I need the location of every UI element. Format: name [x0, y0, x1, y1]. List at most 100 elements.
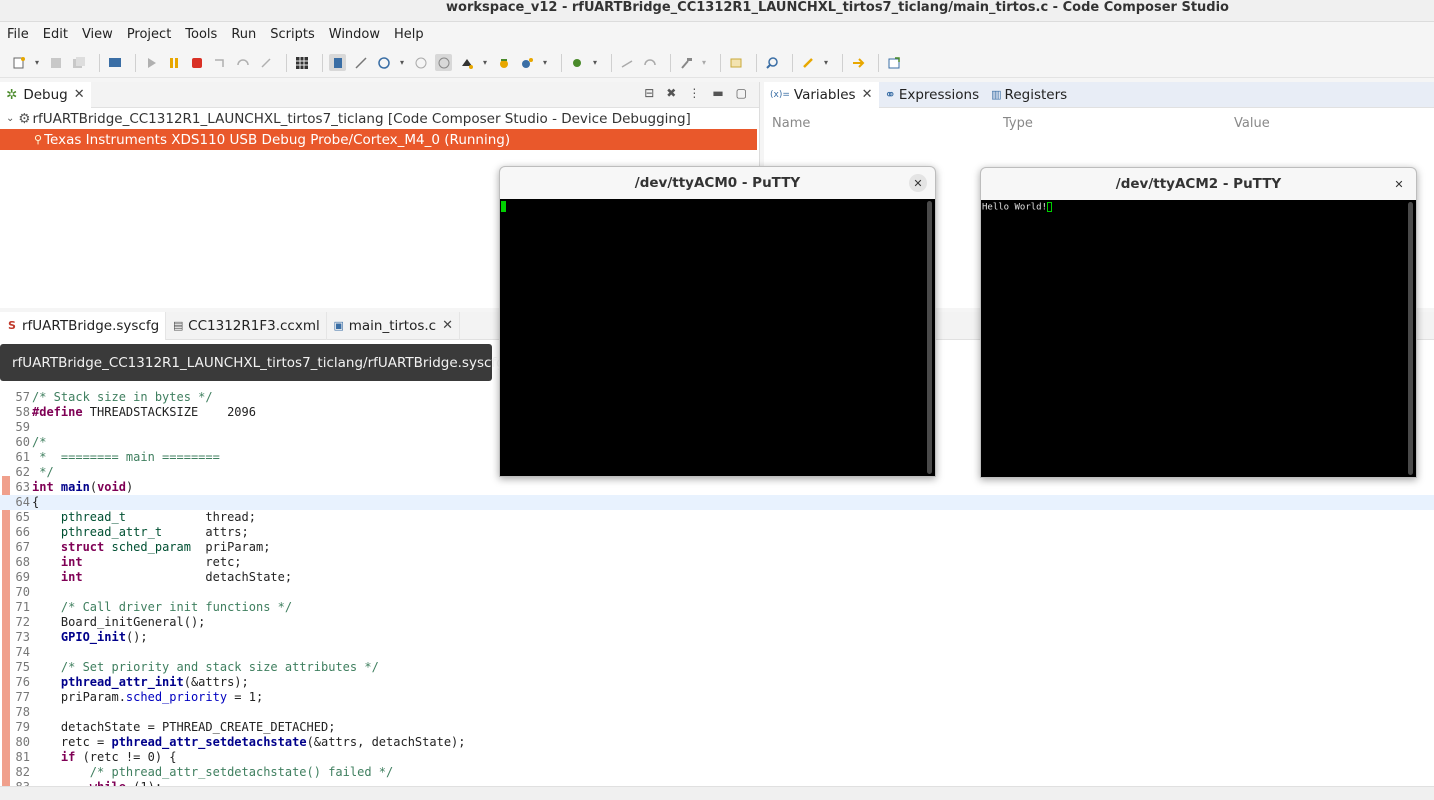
view-menu-icon[interactable]: ⋮ — [688, 86, 700, 100]
terminal-cursor — [501, 201, 506, 212]
remove-terminated-icon[interactable]: ✖ — [666, 86, 676, 100]
resume-icon[interactable] — [142, 54, 159, 71]
menu-run[interactable]: Run — [231, 27, 256, 42]
ccxml-file-icon: ▤ — [172, 319, 184, 332]
horizontal-scrollbar[interactable] — [0, 786, 1434, 800]
tab-main-tirtos-c[interactable]: ▣ main_tirtos.c ✕ — [327, 311, 461, 340]
toolbar-separator — [611, 53, 612, 72]
chevron-down-icon[interactable]: ⌄ — [6, 113, 14, 124]
breakpoint-icon[interactable] — [352, 54, 369, 71]
flash-icon[interactable] — [799, 54, 816, 71]
step-return-icon[interactable] — [257, 54, 274, 71]
open-perspective-icon[interactable] — [727, 54, 744, 71]
tab-variables[interactable]: (x)= Variables ✕ — [764, 81, 879, 108]
connect-icon[interactable] — [329, 54, 346, 71]
new-window-icon[interactable] — [885, 54, 902, 71]
debug-tab-strip: ✲ Debug ✕ ⊟ ✖ ⋮ ▬ ▢ — [0, 81, 759, 108]
reset-icon[interactable] — [435, 54, 452, 71]
tab-expressions[interactable]: ⚭ Expressions — [879, 82, 986, 108]
debug-session-icon: ⚙ — [18, 110, 31, 127]
terminal-scrollbar[interactable] — [927, 201, 932, 474]
code-line: 68 int retc; — [15, 555, 242, 569]
tab-ccxml[interactable]: ▤ CC1312R1F3.ccxml — [166, 311, 327, 340]
save-icon[interactable] — [47, 54, 64, 71]
terminal-icon[interactable] — [106, 54, 123, 71]
putty-title: /dev/ttyACM0 - PuTTY — [634, 175, 801, 191]
menu-window[interactable]: Window — [329, 27, 380, 42]
putty-window-acm0: /dev/ttyACM0 - PuTTY ✕ — [499, 166, 936, 477]
toolbar-separator — [842, 53, 843, 72]
import-icon[interactable] — [849, 54, 866, 71]
code-composer-studio-window: workspace_v12 - rfUARTBridge_CC1312R1_LA… — [0, 0, 1434, 800]
toolbar-separator — [286, 53, 287, 72]
toolbar-separator — [322, 53, 323, 72]
load-icon[interactable] — [375, 54, 392, 71]
step-into-icon[interactable] — [211, 54, 228, 71]
putty-title-bar[interactable]: /dev/ttyACM0 - PuTTY ✕ — [500, 167, 935, 199]
close-icon[interactable]: ✕ — [74, 87, 85, 102]
column-type[interactable]: Type — [1003, 116, 1234, 131]
code-line: 72 Board_initGeneral(); — [15, 615, 206, 629]
code-line: 66 pthread_attr_t attrs; — [15, 525, 249, 539]
debug-target-row[interactable]: ⚲ Texas Instruments XDS110 USB Debug Pro… — [0, 129, 757, 150]
toolbar-separator — [670, 53, 671, 72]
terminal-scrollbar[interactable] — [1408, 202, 1413, 475]
debug-session-row[interactable]: ⌄ ⚙ rfUARTBridge_CC1312R1_LAUNCHXL_tirto… — [0, 108, 759, 129]
code-line: 82 /* pthread_attr_setdetachstate() fail… — [15, 765, 394, 779]
menu-tools[interactable]: Tools — [185, 27, 217, 42]
menu-project[interactable]: Project — [127, 27, 171, 42]
terminate-icon[interactable] — [188, 54, 205, 71]
run-icon[interactable] — [495, 54, 512, 71]
putty-title-bar[interactable]: /dev/ttyACM2 - PuTTY ✕ — [981, 168, 1416, 200]
step-over-icon[interactable] — [234, 54, 251, 71]
tab-debug[interactable]: ✲ Debug ✕ — [0, 81, 91, 108]
column-name[interactable]: Name — [772, 116, 1003, 131]
chevron-down-icon[interactable]: ▾ — [398, 54, 406, 71]
menu-scripts[interactable]: Scripts — [270, 27, 314, 42]
registers-icon: ▥ — [991, 88, 1002, 101]
code-line: 78 — [15, 705, 30, 719]
close-icon[interactable]: ✕ — [909, 174, 927, 192]
chevron-down-icon[interactable]: ▾ — [591, 54, 599, 71]
chevron-down-icon[interactable]: ▾ — [541, 54, 549, 71]
tab-rfuartbridge-syscfg[interactable]: S rfUARTBridge.syscfg — [0, 311, 167, 340]
close-icon[interactable]: ✕ — [442, 318, 453, 333]
build-icon[interactable] — [518, 54, 535, 71]
terminal-area[interactable] — [500, 199, 935, 476]
restart-icon[interactable] — [458, 54, 475, 71]
minimize-icon[interactable]: ▬ — [712, 86, 723, 100]
step-asm-icon[interactable] — [618, 54, 635, 71]
collapse-all-icon[interactable]: ⊟ — [644, 86, 654, 100]
save-all-icon[interactable] — [70, 54, 87, 71]
code-line: 63 int main(void) — [15, 480, 134, 494]
tab-registers[interactable]: ▥ Registers — [985, 82, 1073, 108]
menu-help[interactable]: Help — [394, 27, 424, 42]
chevron-down-icon[interactable]: ▾ — [33, 54, 41, 71]
variables-icon: (x)= — [770, 89, 790, 100]
menu-file[interactable]: File — [7, 27, 29, 42]
bug-icon[interactable] — [568, 54, 585, 71]
window-title: workspace_v12 - rfUARTBridge_CC1312R1_LA… — [446, 0, 1229, 15]
window-title-bar: workspace_v12 - rfUARTBridge_CC1312R1_LA… — [0, 0, 1434, 22]
memory-browser-icon[interactable] — [293, 54, 310, 71]
search-icon[interactable] — [763, 54, 780, 71]
maximize-icon[interactable]: ▢ — [736, 86, 747, 100]
suspend-icon[interactable] — [165, 54, 182, 71]
chevron-down-icon[interactable]: ▾ — [822, 54, 830, 71]
chevron-down-icon[interactable]: ▾ — [700, 54, 708, 71]
variables-header: Name Type Value — [764, 108, 1434, 139]
terminal-area[interactable]: Hello World! — [981, 200, 1416, 477]
new-icon[interactable] — [10, 54, 27, 71]
menu-edit[interactable]: Edit — [43, 27, 68, 42]
close-icon[interactable]: ✕ — [1390, 175, 1408, 193]
step-asm-over-icon[interactable] — [641, 54, 658, 71]
menu-view[interactable]: View — [82, 27, 113, 42]
debug-icon[interactable] — [412, 54, 429, 71]
tab-variables-label: Variables — [793, 86, 856, 103]
close-icon[interactable]: ✕ — [862, 87, 873, 102]
debug-session-label: rfUARTBridge_CC1312R1_LAUNCHXL_tirtos7_t… — [32, 110, 691, 127]
toolbar-separator — [720, 53, 721, 72]
hammer-icon[interactable] — [677, 54, 694, 71]
chevron-down-icon[interactable]: ▾ — [481, 54, 489, 71]
column-value[interactable]: Value — [1234, 116, 1270, 131]
